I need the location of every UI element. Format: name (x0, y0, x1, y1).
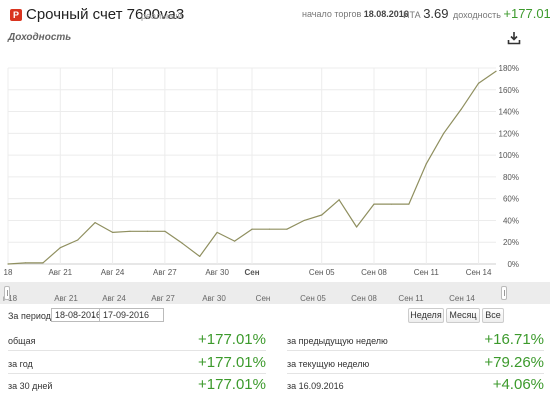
data-point (42, 262, 44, 264)
x-tick-label: Сен 05 (309, 268, 335, 277)
navigator-label: Авг 21 (54, 294, 78, 303)
data-point (286, 228, 288, 230)
all-button[interactable]: Все (482, 308, 504, 323)
x-tick-label: Сен 14 (466, 268, 492, 277)
data-point (425, 163, 427, 165)
chart-grid (7, 67, 496, 265)
download-icon[interactable] (507, 31, 521, 45)
y-tick-label: 60% (503, 195, 519, 204)
x-axis-labels: 18 Авг 21 Авг 24 Авг 27 Авг 30 Сен Сен 05 Сен 0… (4, 268, 492, 277)
x-tick-label: 18 (4, 268, 13, 277)
y-tick-label: 160% (499, 86, 519, 95)
data-point (59, 247, 61, 249)
stat-divider (287, 350, 544, 351)
x-tick-label: Сен (244, 268, 259, 277)
navigator-label: Авг 30 (202, 294, 226, 303)
data-point (338, 199, 340, 201)
stat-divider (8, 350, 266, 351)
account-type-icon: P (10, 9, 22, 21)
y-tick-label: 180% (499, 64, 519, 73)
data-point (94, 222, 96, 224)
navigator-label: Сен (255, 294, 271, 303)
navigator-right-handle[interactable] (501, 286, 507, 300)
navigator-left-handle[interactable] (4, 286, 10, 300)
stat-total-label: общая (8, 336, 36, 346)
stat-total-value: +177.01% (198, 331, 266, 348)
month-button[interactable]: Месяц (446, 308, 480, 323)
navigator-label: Сен 11 (398, 294, 424, 303)
stat-current-week-label: за текущую неделю (287, 359, 370, 369)
ita-label: ИТА (403, 10, 421, 20)
data-point (443, 132, 445, 134)
chart-navigator[interactable]: г 18 Авг 21 Авг 24 Авг 27 Авг 30 Сен Сен 05 Сен… (0, 282, 550, 304)
y-tick-label: 20% (503, 238, 519, 247)
x-tick-label: Авг 30 (205, 268, 229, 277)
x-tick-label: Сен 08 (361, 268, 387, 277)
ita-stat: ИТА 3.69 (403, 6, 449, 21)
data-point (129, 230, 131, 232)
navigator-label: Сен 08 (351, 294, 377, 303)
navigator-label: Авг 27 (151, 294, 175, 303)
stat-day-value: +4.06% (492, 376, 544, 393)
account-type-label: реальный (141, 11, 183, 21)
stat-year-value: +177.01% (198, 354, 266, 371)
trading-start-label: начало торгов (302, 9, 362, 19)
y-tick-label: 80% (503, 173, 519, 182)
y-tick-label: 0% (507, 260, 519, 269)
data-point (233, 240, 236, 242)
y-tick-label: 120% (499, 129, 519, 138)
stat-year-label: за год (8, 359, 33, 369)
data-point (268, 228, 271, 230)
stat-prev-week-label: за предыдущую неделю (287, 336, 388, 346)
data-point (408, 203, 410, 205)
stat-30days-label: за 30 дней (8, 381, 53, 391)
navigator-label: Сен 14 (449, 294, 475, 303)
profit-value: +177.01% (503, 6, 550, 21)
data-point (111, 231, 114, 234)
profit-chart[interactable]: 0% 20% 40% 60% 80% 100% 120% 140% 160% 180% 18 Авг… (0, 46, 550, 282)
ita-value: 3.69 (423, 6, 449, 21)
data-point (460, 108, 462, 110)
period-to-input[interactable] (99, 308, 164, 322)
data-point (216, 231, 218, 234)
navigator-label: Сен 05 (300, 294, 326, 303)
period-separator: - (92, 311, 95, 321)
data-point (390, 203, 393, 205)
y-axis-labels: 0% 20% 40% 60% 80% 100% 120% 140% 160% 180% (499, 64, 519, 269)
data-point (477, 82, 480, 84)
x-tick-label: Авг 21 (48, 268, 72, 277)
y-tick-label: 40% (503, 216, 519, 225)
period-label: За период: (8, 311, 54, 321)
stat-30days-value: +177.01% (198, 376, 266, 393)
x-tick-label: Авг 27 (153, 268, 177, 277)
y-tick-label: 140% (499, 108, 519, 117)
data-point (181, 242, 183, 244)
x-tick-label: Авг 24 (101, 268, 125, 277)
data-point (164, 230, 166, 232)
stat-prev-week-value: +16.71% (484, 331, 544, 348)
data-point (24, 262, 27, 264)
data-point (373, 203, 375, 205)
section-title: Доходность (8, 32, 72, 43)
data-point (7, 263, 9, 265)
stat-day-label: за 16.09.2016 (287, 381, 344, 391)
profit-label: доходность (453, 10, 501, 20)
data-point (355, 226, 358, 228)
data-point (146, 230, 149, 232)
stat-divider (8, 373, 266, 374)
data-point (495, 70, 497, 72)
data-point (303, 219, 305, 222)
x-tick-label: Сен 11 (414, 268, 440, 277)
profit-stat: доходность +177.01% (453, 6, 550, 21)
stat-divider (287, 373, 544, 374)
data-point (251, 228, 253, 230)
data-point (199, 255, 201, 257)
data-point (321, 214, 323, 216)
week-button[interactable]: Неделя (408, 308, 444, 323)
y-tick-label: 100% (499, 151, 519, 160)
navigator-label: Авг 24 (102, 294, 126, 303)
stat-current-week-value: +79.26% (484, 354, 544, 371)
data-point (77, 239, 79, 241)
trading-start: начало торгов 18.08.2016 (302, 9, 409, 19)
